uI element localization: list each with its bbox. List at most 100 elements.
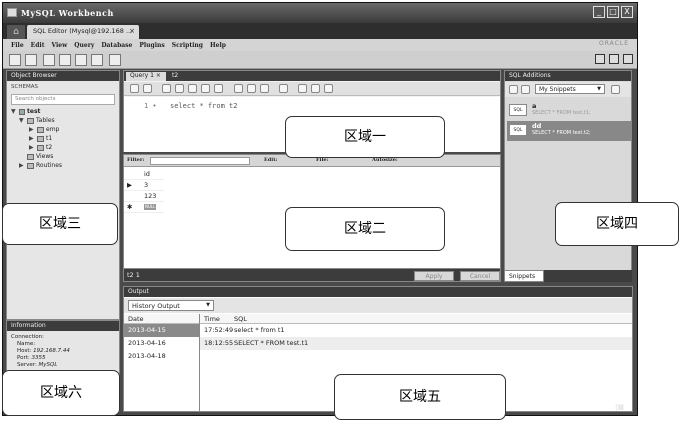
apply-button[interactable]: Apply xyxy=(414,271,454,281)
new-routine-icon[interactable] xyxy=(91,54,103,66)
window-title: MySQL Workbench xyxy=(21,8,114,18)
tree-views[interactable]: Views xyxy=(11,152,117,161)
host-label: Host: xyxy=(17,348,32,354)
new-sql-tab-icon[interactable] xyxy=(9,54,21,66)
table-row[interactable]: 123 xyxy=(124,191,164,202)
status-indicator-icon: |▦ xyxy=(615,403,624,411)
cancel-button[interactable]: Cancel xyxy=(460,271,500,281)
tab-snippets[interactable]: Snippets xyxy=(504,270,544,282)
log-header: Time SQL xyxy=(200,314,632,324)
minimize-button[interactable]: _ xyxy=(593,6,605,18)
new-view-icon[interactable] xyxy=(75,54,87,66)
tab-result-t2[interactable]: t2 1 xyxy=(127,269,140,282)
close-tab-icon[interactable]: × xyxy=(156,72,161,79)
autocommit-icon[interactable] xyxy=(260,84,269,93)
execute-current-icon[interactable] xyxy=(175,84,184,93)
chevron-down-icon: ▼ xyxy=(597,86,601,92)
menu-database[interactable]: Database xyxy=(101,42,132,49)
toggle-sidebar-icon[interactable] xyxy=(595,54,605,64)
output-type-select[interactable]: History Output ▼ xyxy=(128,300,214,311)
database-icon xyxy=(19,108,25,115)
maximize-button[interactable]: □ xyxy=(607,6,619,18)
invisible-chars-icon[interactable] xyxy=(311,84,320,93)
app-icon xyxy=(7,8,17,17)
menu-view[interactable]: View xyxy=(51,42,67,49)
toggle-output-icon[interactable] xyxy=(609,54,619,64)
tree-db-test[interactable]: ▼ test xyxy=(11,107,117,116)
snippet-name: dd xyxy=(532,122,542,130)
snippet-item[interactable]: SQL a SELECT * FROM test.t1; xyxy=(507,101,631,121)
filter-input[interactable] xyxy=(150,157,250,165)
query-tabs: Query 1 × t2 xyxy=(124,71,500,81)
snippet-item-selected[interactable]: SQL dd SELECT * FROM test.t2; xyxy=(507,121,631,141)
host-value: 192.168.7.44 xyxy=(33,348,70,354)
snippet-back-icon[interactable] xyxy=(509,85,518,94)
tab-t2[interactable]: t2 xyxy=(168,72,184,81)
open-sql-icon[interactable] xyxy=(130,84,139,93)
time-column-header: Time xyxy=(204,315,220,323)
table-row[interactable]: 17:52:49 select * from t1 xyxy=(200,324,632,337)
beautify-icon[interactable] xyxy=(279,84,288,93)
object-browser-panel: Object Browser SCHEMAS Search objects ▼ t… xyxy=(6,70,120,320)
tab-query-1[interactable]: Query 1 × xyxy=(126,72,166,81)
schema-tree: ▼ test ▼ Tables ▶ emp ▶ t1 ▶ t2 Views ▶ Routin… xyxy=(11,107,117,170)
filter-label: Filter: xyxy=(127,157,145,163)
sql-snippet-icon: SQL xyxy=(509,104,527,116)
menu-plugins[interactable]: Plugins xyxy=(139,42,164,49)
close-button[interactable]: X xyxy=(621,6,633,18)
toggle-secondary-icon[interactable] xyxy=(623,54,633,64)
menu-scripting[interactable]: Scripting xyxy=(172,42,203,49)
menu-edit[interactable]: Edit xyxy=(31,42,45,49)
snippet-forward-icon[interactable] xyxy=(521,85,530,94)
search-objects-input[interactable]: Search objects xyxy=(11,94,115,105)
tree-table-t1[interactable]: ▶ t1 xyxy=(11,134,117,143)
edit-label: Edit: xyxy=(264,157,278,163)
result-grid: id ▶ 3 123 ✱ NULL xyxy=(124,169,164,213)
tab-row: ⌂ SQL Editor (Mysql@192.168 ... × xyxy=(3,23,637,39)
list-item[interactable]: 2013-04-15 xyxy=(124,324,199,337)
reconnect-icon[interactable] xyxy=(109,54,121,66)
menu-bar: File Edit View Query Database Plugins Sc… xyxy=(3,39,637,51)
column-header[interactable]: id xyxy=(144,169,150,180)
list-item[interactable]: 2013-04-18 xyxy=(124,350,199,363)
table-row[interactable]: ▶ 3 xyxy=(124,180,164,191)
toggle-results-icon[interactable] xyxy=(214,84,223,93)
grid-header: id xyxy=(124,169,164,180)
execute-icon[interactable] xyxy=(162,84,171,93)
new-schema-icon[interactable] xyxy=(43,54,55,66)
menu-help[interactable]: Help xyxy=(210,42,226,49)
save-sql-icon[interactable] xyxy=(143,84,152,93)
tree-tables[interactable]: ▼ Tables xyxy=(11,116,117,125)
table-row-new[interactable]: ✱ NULL xyxy=(124,202,164,213)
explain-icon[interactable] xyxy=(188,84,197,93)
wrap-icon[interactable] xyxy=(324,84,333,93)
tree-table-t2[interactable]: ▶ t2 xyxy=(11,143,117,152)
tree-table-emp[interactable]: ▶ emp xyxy=(11,125,117,134)
sql-additions-panel: SQL Additions My Snippets ▼ SQL a SELECT … xyxy=(504,70,632,282)
date-column-header: Date xyxy=(124,314,199,324)
commit-icon[interactable] xyxy=(234,84,243,93)
menu-query[interactable]: Query xyxy=(74,42,94,49)
sql-additions-header: SQL Additions xyxy=(505,71,631,81)
title-bar: MySQL Workbench _ □ X xyxy=(3,3,637,23)
tree-routines[interactable]: ▶ Routines xyxy=(11,161,117,170)
menu-file[interactable]: File xyxy=(11,42,24,49)
table-row[interactable]: 18:12:55 SELECT * FROM test.t1 xyxy=(200,337,632,350)
callout-region-one: 区域一 xyxy=(285,116,445,158)
home-tab[interactable]: ⌂ xyxy=(7,25,25,39)
oracle-logo: ORACLE xyxy=(599,40,629,47)
line-number: 1 • xyxy=(144,102,157,110)
snippets-select[interactable]: My Snippets ▼ xyxy=(535,84,605,94)
rollback-icon[interactable] xyxy=(247,84,256,93)
find-icon[interactable] xyxy=(298,84,307,93)
query-toolbar xyxy=(124,82,500,96)
insert-snippet-icon[interactable] xyxy=(611,85,620,94)
open-file-icon[interactable] xyxy=(25,54,37,66)
new-table-icon[interactable] xyxy=(59,54,71,66)
close-tab-icon[interactable]: × xyxy=(129,27,135,35)
output-toolbar: History Output ▼ xyxy=(124,298,632,313)
list-item[interactable]: 2013-04-16 xyxy=(124,337,199,350)
folder-icon xyxy=(27,117,34,124)
sql-editor-tab[interactable]: SQL Editor (Mysql@192.168 ... × xyxy=(27,25,139,39)
stop-icon[interactable] xyxy=(201,84,210,93)
